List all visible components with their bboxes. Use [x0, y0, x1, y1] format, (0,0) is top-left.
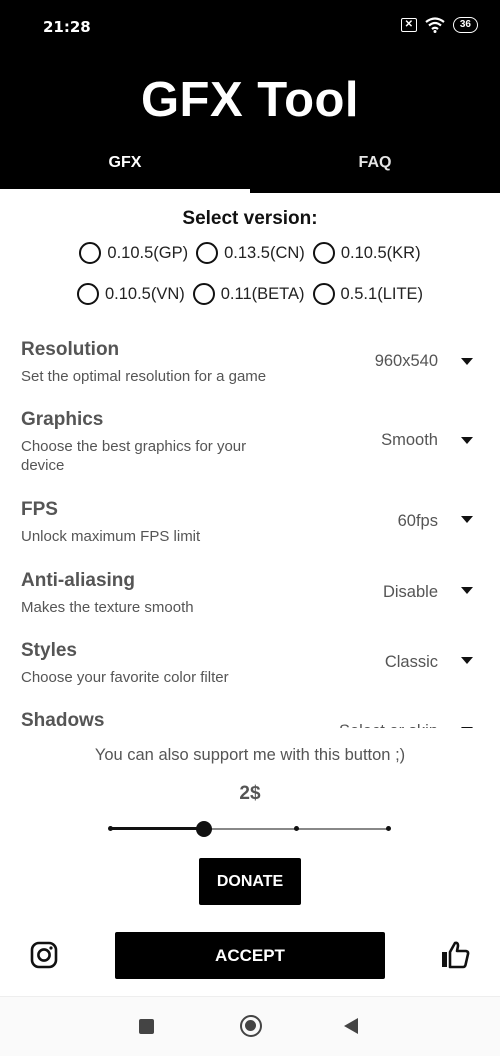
version-radio-0-13-5-cn[interactable]: 0.13.5(CN): [196, 242, 305, 264]
radio-circle-icon[interactable]: [192, 283, 215, 305]
setting-resolution[interactable]: Resolution Set the optimal resolution fo…: [0, 339, 500, 403]
version-radio-0-10-5-vn[interactable]: 0.10.5(VN): [76, 283, 185, 305]
instagram-icon[interactable]: [30, 941, 58, 969]
version-radio-0-5-1-lite[interactable]: 0.5.1(LITE): [312, 283, 424, 305]
radio-circle-icon[interactable]: [76, 283, 99, 305]
version-radio-0-10-5-gp[interactable]: 0.10.5(GP): [79, 242, 188, 264]
dropdown-arrow-icon[interactable]: [461, 657, 473, 664]
version-label: 0.10.5(GP): [107, 243, 189, 262]
setting-graphics[interactable]: Graphics Choose the best graphics for yo…: [0, 409, 500, 474]
version-label: 0.5.1(LITE): [340, 284, 424, 303]
dropdown-arrow-icon[interactable]: [461, 516, 473, 523]
recent-apps-icon[interactable]: [139, 1019, 154, 1034]
anti-aliasing-dropdown-value[interactable]: Disable: [383, 583, 438, 602]
tab-faq[interactable]: FAQ: [250, 154, 500, 172]
setting-title: Graphics: [21, 409, 104, 430]
styles-dropdown-value[interactable]: Classic: [385, 653, 438, 672]
home-icon[interactable]: [240, 1015, 262, 1037]
setting-description: Choose the best graphics for your device: [21, 438, 247, 474]
wifi-icon: [425, 17, 445, 33]
setting-title: FPS: [21, 499, 58, 520]
slider-track-active: [110, 827, 204, 830]
status-icons: ✕ 36: [400, 17, 478, 33]
radio-circle-icon[interactable]: [79, 242, 102, 264]
setting-description: Set the optimal resolution for a game: [21, 368, 267, 385]
setting-description: Choose your favorite color filter: [21, 669, 229, 686]
tab-gfx[interactable]: GFX: [0, 154, 250, 172]
donate-button[interactable]: DONATE: [199, 858, 301, 905]
system-nav-bar: [0, 996, 500, 1056]
resolution-dropdown-value[interactable]: 960x540: [375, 352, 438, 371]
slider-tick: [108, 826, 113, 831]
setting-title: Anti-aliasing: [21, 570, 136, 591]
setting-title: Resolution: [21, 339, 120, 360]
slider-tick: [386, 826, 391, 831]
status-time: 21:28: [43, 18, 91, 36]
setting-description: Makes the texture smooth: [21, 599, 194, 616]
fps-dropdown-value[interactable]: 60fps: [398, 512, 438, 531]
active-tab-indicator: [0, 189, 250, 193]
donation-amount: 2$: [239, 783, 261, 804]
app-title: GFX Tool: [140, 73, 360, 127]
app-header: 21:28 ✕ 36 GFX Tool GFX FAQ: [0, 0, 500, 193]
version-radio-0-10-5-kr[interactable]: 0.10.5(KR): [312, 242, 421, 264]
support-text: You can also support me with this button…: [94, 746, 406, 764]
slider-thumb[interactable]: [196, 821, 212, 837]
battery-icon: 36: [452, 17, 478, 33]
donation-amount-slider[interactable]: [108, 821, 391, 837]
dropdown-arrow-icon[interactable]: [461, 437, 473, 444]
setting-fps[interactable]: FPS Unlock maximum FPS limit 60fps: [0, 499, 500, 563]
back-icon[interactable]: [344, 1018, 358, 1034]
graphics-dropdown-value[interactable]: Smooth: [381, 431, 438, 450]
radio-circle-icon[interactable]: [312, 283, 335, 305]
dropdown-arrow-icon[interactable]: [461, 358, 473, 365]
setting-description: Unlock maximum FPS limit: [21, 528, 201, 545]
version-options-row-1: 0.10.5(GP) 0.13.5(CN) 0.10.5(KR): [0, 242, 500, 264]
select-version-title: Select version:: [182, 208, 318, 229]
accept-button[interactable]: ACCEPT: [115, 932, 385, 979]
version-label: 0.10.5(VN): [104, 284, 185, 303]
version-radio-0-11-beta[interactable]: 0.11(BETA): [192, 283, 305, 305]
version-label: 0.11(BETA): [220, 284, 305, 303]
radio-circle-icon[interactable]: [196, 242, 219, 264]
setting-anti-aliasing[interactable]: Anti-aliasing Makes the texture smooth D…: [0, 570, 500, 634]
scroll-fade: [0, 728, 500, 742]
version-options-row-2: 0.10.5(VN) 0.11(BETA) 0.5.1(LITE): [0, 283, 500, 305]
version-label: 0.13.5(CN): [224, 243, 305, 262]
version-label: 0.10.5(KR): [340, 243, 421, 262]
radio-circle-icon[interactable]: [312, 242, 335, 264]
setting-title: Styles: [21, 640, 77, 661]
setting-styles[interactable]: Styles Choose your favorite color filter…: [0, 640, 500, 704]
thumbs-up-icon[interactable]: [440, 940, 470, 970]
dropdown-arrow-icon[interactable]: [461, 587, 473, 594]
slider-tick: [294, 826, 299, 831]
no-sim-icon: ✕: [400, 18, 417, 32]
